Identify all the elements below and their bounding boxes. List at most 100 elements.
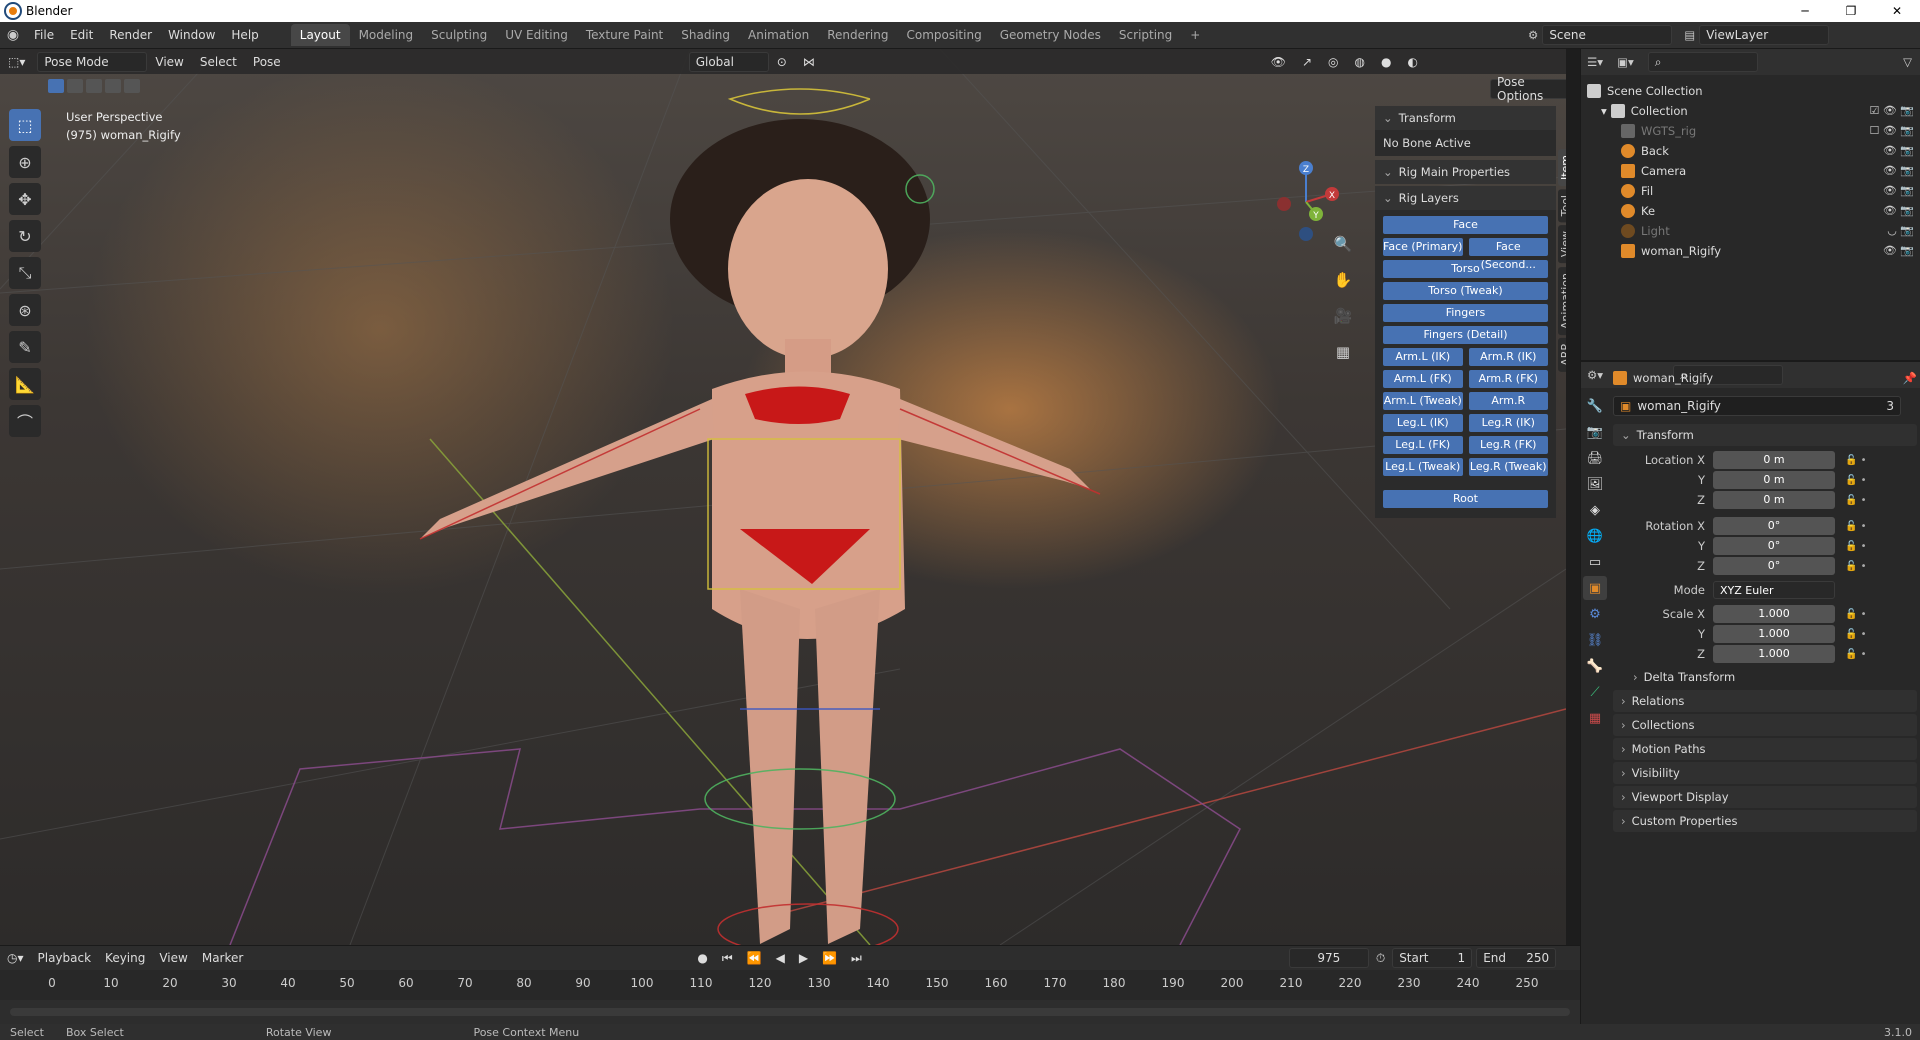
texture-tab-icon[interactable]: ▦ [1583, 706, 1607, 730]
row-toggles[interactable]: ◡ 📷 [1887, 224, 1914, 237]
play-reverse-icon[interactable]: ◀ [769, 951, 792, 965]
scene-selector[interactable]: Scene [1542, 25, 1673, 45]
visibility-icon[interactable]: 👁 [1263, 55, 1294, 69]
maximize-button[interactable]: ❐ [1828, 0, 1874, 22]
shading-material-icon[interactable]: ◐ [1400, 55, 1426, 69]
rotation-x-field[interactable]: 0° [1713, 517, 1835, 535]
outliner-display-icon[interactable]: ▣▾ [1617, 55, 1634, 69]
jump-end-icon[interactable]: ⏭ [844, 951, 869, 966]
row-toggles[interactable]: ☐ 👁 📷 [1869, 124, 1914, 137]
lock-icon[interactable]: 🔓 • [1845, 649, 1867, 660]
select-subtract-icon[interactable] [86, 79, 102, 93]
outliner-row-wgts-rig[interactable]: WGTS_rig ☐ 👁 📷 [1581, 121, 1920, 141]
filter-icon[interactable]: ▽ [1903, 55, 1912, 69]
viewport-display-header[interactable]: › Viewport Display [1613, 786, 1917, 808]
record-icon[interactable]: ● [690, 951, 714, 965]
viewlayer-tab-icon[interactable]: 🖼 [1583, 472, 1607, 496]
tab-tool[interactable]: Tool [1558, 189, 1566, 223]
layer-leg-r-fk[interactable]: Leg.R (FK) [1468, 436, 1548, 454]
tool-tab-icon[interactable]: 🔧 [1583, 394, 1607, 418]
pose-options-button[interactable]: Pose Options [1490, 75, 1566, 103]
timeline-menu-view[interactable]: View [152, 951, 194, 965]
timeline-menu-keying[interactable]: Keying [98, 951, 152, 965]
jump-key-forward-icon[interactable]: ⏩ [815, 951, 844, 965]
scene-tab-icon[interactable]: ◈ [1583, 498, 1607, 522]
tab-texture-paint[interactable]: Texture Paint [577, 24, 672, 46]
move-tool-icon[interactable]: ✥ [9, 183, 41, 215]
tab-arp[interactable]: ARP [1558, 337, 1566, 372]
mode-selector[interactable]: Pose Mode [37, 51, 148, 72]
layer-face-secondary[interactable]: Face (Second... [1468, 238, 1548, 271]
layer-arm-l-ik[interactable]: Arm.L (IK) [1383, 348, 1463, 366]
layer-arm-l-tweak[interactable]: Arm.L (Tweak) [1383, 392, 1463, 410]
delta-transform-header[interactable]: › Delta Transform [1625, 666, 1917, 688]
constraint-tab-icon[interactable]: ⛓ [1583, 628, 1607, 652]
menu-help[interactable]: Help [223, 28, 266, 42]
snap-icon[interactable]: ⋈ [795, 55, 823, 69]
pan-hand-icon[interactable]: ✋ [1330, 267, 1356, 293]
tab-shading[interactable]: Shading [672, 24, 739, 46]
layer-leg-l-fk[interactable]: Leg.L (FK) [1383, 436, 1463, 454]
menu-edit[interactable]: Edit [62, 28, 101, 42]
lock-icon[interactable]: 🔓 • [1845, 541, 1867, 552]
tab-geometry-nodes[interactable]: Geometry Nodes [991, 24, 1110, 46]
annotate-tool-icon[interactable]: ✎ [9, 331, 41, 363]
row-toggles[interactable]: 👁 📷 [1883, 204, 1914, 217]
rig-layers-header[interactable]: ⌄ Rig Layers [1375, 186, 1556, 210]
row-toggles[interactable]: 👁 📷 [1883, 184, 1914, 197]
layer-fingers[interactable]: Fingers [1383, 304, 1548, 322]
collection-tab-icon[interactable]: ▭ [1583, 550, 1607, 574]
timeline-menu-marker[interactable]: Marker [195, 951, 250, 965]
outliner-row-woman-rigify[interactable]: woman_Rigify 👁 📷 [1581, 241, 1920, 261]
location-z-field[interactable]: 0 m [1713, 491, 1835, 509]
tab-item[interactable]: Item [1558, 149, 1566, 187]
timeline-editor-icon[interactable]: ◷▾ [0, 951, 31, 965]
outliner-editor-icon[interactable]: ☰▾ [1587, 55, 1603, 69]
outliner-row-collection[interactable]: ▾ Collection ☑ 👁 📷 [1581, 101, 1920, 121]
rotate-tool-icon[interactable]: ↻ [9, 220, 41, 252]
armature-data-tab-icon[interactable]: 🦴 [1583, 654, 1607, 678]
tab-uv-editing[interactable]: UV Editing [496, 24, 577, 46]
layer-face[interactable]: Face [1383, 216, 1548, 234]
layer-leg-l-tweak[interactable]: Leg.L (Tweak) [1383, 458, 1463, 476]
select-new-icon[interactable] [48, 79, 64, 93]
tab-animation-side[interactable]: Animation [1558, 266, 1566, 335]
outliner-search-input[interactable]: ⌕ [1647, 52, 1758, 72]
world-tab-icon[interactable]: 🌐 [1583, 524, 1607, 548]
transform-tool-icon[interactable]: ⊛ [9, 294, 41, 326]
rotation-y-field[interactable]: 0° [1713, 537, 1835, 555]
menu-file[interactable]: File [26, 28, 62, 42]
shading-wireframe-icon[interactable]: ◍ [1347, 55, 1373, 69]
object-datablock-field[interactable]: ▣ woman_Rigify 3 [1613, 396, 1901, 416]
scale-tool-icon[interactable]: ⤡ [9, 257, 41, 289]
select-box-tool-icon[interactable]: ⬚ [9, 109, 41, 141]
lock-icon[interactable]: 🔓 • [1845, 629, 1867, 640]
row-toggles[interactable]: 👁 📷 [1883, 164, 1914, 177]
3d-viewport[interactable]: ⬚▾ Pose Mode View Select Pose Global ⊙ ⋈… [0, 49, 1566, 945]
location-y-field[interactable]: 0 m [1713, 471, 1835, 489]
start-frame-field[interactable]: Start 1 [1392, 948, 1473, 968]
custom-properties-header[interactable]: › Custom Properties [1613, 810, 1917, 832]
scale-z-field[interactable]: 1.000 [1713, 645, 1835, 663]
lock-icon[interactable]: 🔓 • [1845, 521, 1867, 532]
location-x-field[interactable]: 0 m [1713, 451, 1835, 469]
scale-y-field[interactable]: 1.000 [1713, 625, 1835, 643]
layer-leg-l-ik[interactable]: Leg.L (IK) [1383, 414, 1463, 432]
rotation-z-field[interactable]: 0° [1713, 557, 1835, 575]
properties-editor-icon[interactable]: ⚙▾ [1587, 368, 1603, 382]
viewport-menu-view[interactable]: View [147, 55, 191, 69]
camera-view-icon[interactable]: 🎥 [1330, 303, 1356, 329]
layer-leg-r-ik[interactable]: Leg.R (IK) [1468, 414, 1548, 432]
preview-range-icon[interactable]: ⏱ [1369, 951, 1392, 966]
frame-ruler[interactable]: 0 10 20 30 40 50 60 70 80 90 100 110 120 130 140 150 160… [0, 970, 1580, 1000]
tab-animation[interactable]: Animation [739, 24, 818, 46]
relations-header[interactable]: › Relations [1613, 690, 1917, 712]
layer-arm-r-fk[interactable]: Arm.R (FK) [1468, 370, 1548, 388]
tab-modeling[interactable]: Modeling [350, 24, 423, 46]
transform-panel-header[interactable]: ⌄ Transform [1375, 106, 1556, 130]
row-toggles[interactable]: ☑ 👁 📷 [1869, 104, 1914, 117]
editor-type-icon[interactable]: ⬚▾ [0, 55, 33, 69]
add-workspace-button[interactable]: + [1181, 24, 1209, 46]
layer-fingers-detail[interactable]: Fingers (Detail) [1383, 326, 1548, 344]
layer-leg-r-tweak[interactable]: Leg.R (Tweak) [1468, 458, 1548, 476]
